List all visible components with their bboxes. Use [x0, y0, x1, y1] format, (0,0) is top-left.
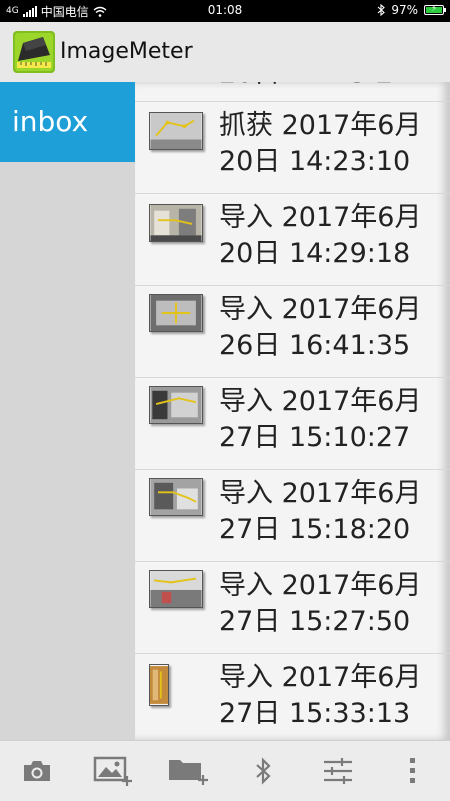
list-item-label: 导入 2017年6月 27日 15:27:50 — [219, 570, 422, 637]
list-item-partial[interactable]: 20日 14:15:21 — [135, 82, 450, 102]
app-logo-icon — [13, 31, 55, 73]
battery-percent: 97% — [391, 3, 418, 17]
image-thumbnail — [149, 294, 203, 332]
import-image-button[interactable] — [88, 741, 138, 801]
bluetooth-icon — [256, 757, 271, 785]
image-thumbnail — [149, 112, 203, 150]
add-folder-icon — [169, 760, 208, 785]
list-item-label: 导入 2017年6月 27日 15:18:20 — [219, 478, 422, 545]
app-title: ImageMeter — [60, 39, 193, 64]
app-bar: ImageMeter — [0, 22, 450, 83]
list-item[interactable]: 导入 2017年6月 27日 15:27:50 — [135, 562, 450, 654]
add-image-icon — [93, 756, 132, 786]
folder-sidebar: inbox — [0, 82, 135, 740]
battery-icon: ⚡ — [424, 4, 446, 15]
folder-item-inbox[interactable]: inbox — [0, 82, 135, 162]
bluetooth-button[interactable] — [238, 741, 288, 801]
new-folder-button[interactable] — [163, 741, 213, 801]
list-item-label: 20日 14:15:21 — [219, 82, 447, 92]
list-item[interactable]: 导入 2017年6月 27日 15:10:27 — [135, 378, 450, 470]
status-right: 97% ⚡ — [377, 3, 446, 17]
bottom-toolbar — [0, 740, 450, 801]
camera-icon — [24, 761, 50, 781]
overflow-menu-button[interactable] — [388, 741, 438, 801]
settings-button[interactable] — [313, 741, 363, 801]
image-thumbnail — [149, 386, 203, 424]
list-item-label: 导入 2017年6月 27日 15:33:13 — [219, 662, 422, 729]
settings-sliders-icon — [324, 758, 352, 784]
list-item[interactable]: 抓获 2017年6月 20日 14:23:10 — [135, 102, 450, 194]
list-item[interactable]: 导入 2017年6月 27日 15:33:13 — [135, 654, 450, 740]
list-item[interactable]: 导入 2017年6月 26日 16:41:35 — [135, 286, 450, 378]
list-item-label: 导入 2017年6月 27日 15:10:27 — [219, 386, 422, 453]
image-thumbnail — [149, 570, 203, 608]
image-thumbnail — [149, 478, 203, 516]
image-list[interactable]: 20日 14:15:21 抓获 2017年6月 20日 14:23:10 导入 … — [135, 82, 450, 740]
more-vert-icon — [410, 758, 415, 783]
list-item-label: 导入 2017年6月 20日 14:29:18 — [219, 202, 422, 269]
image-thumbnail — [149, 204, 203, 242]
camera-button[interactable] — [12, 741, 62, 801]
status-bar: 4G 中国电信 01:08 97% ⚡ — [0, 0, 450, 22]
image-thumbnail — [149, 664, 169, 706]
bluetooth-status-icon — [377, 4, 386, 16]
list-item-label: 抓获 2017年6月 20日 14:23:10 — [219, 110, 422, 177]
list-item[interactable]: 导入 2017年6月 20日 14:29:18 — [135, 194, 450, 286]
list-item[interactable]: 导入 2017年6月 27日 15:18:20 — [135, 470, 450, 562]
list-item-label: 导入 2017年6月 26日 16:41:35 — [219, 294, 422, 361]
